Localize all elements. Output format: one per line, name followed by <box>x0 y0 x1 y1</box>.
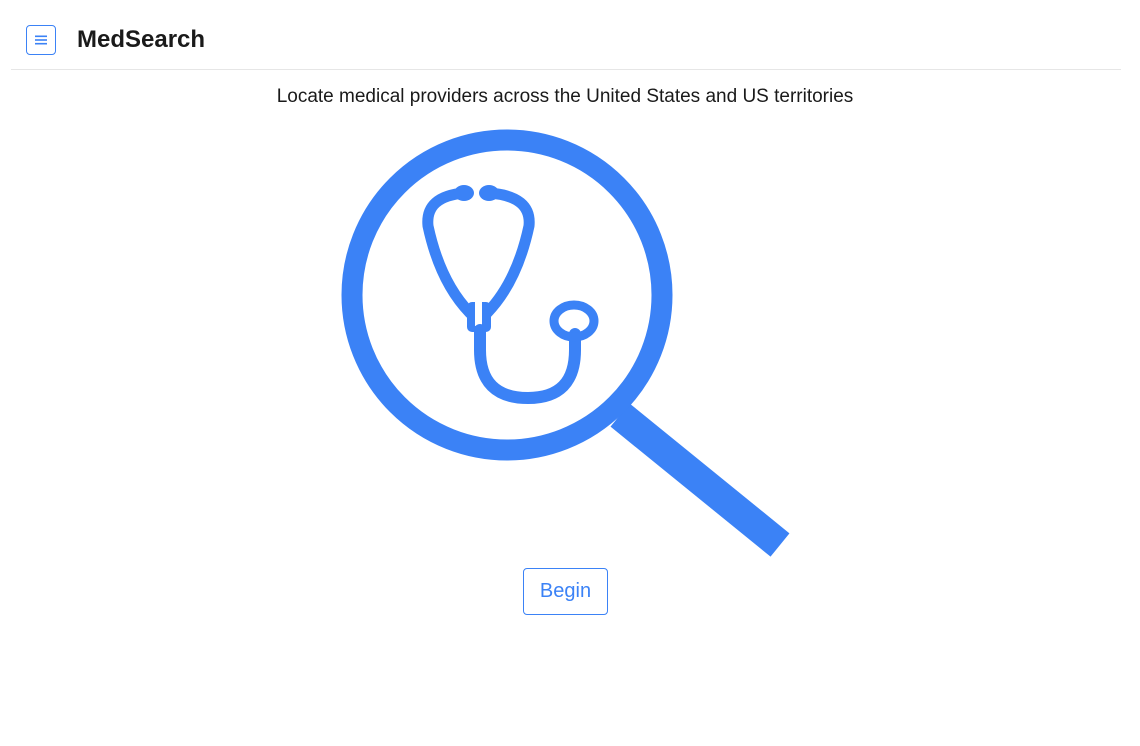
app-header: MedSearch <box>11 0 1121 70</box>
hamburger-icon <box>35 35 47 45</box>
begin-button[interactable]: Begin <box>523 568 608 615</box>
tagline: Locate medical providers across the Unit… <box>276 86 854 107</box>
menu-button[interactable] <box>26 25 56 55</box>
stethoscope-magnifier-icon <box>330 120 810 565</box>
app-title: MedSearch <box>77 26 206 53</box>
